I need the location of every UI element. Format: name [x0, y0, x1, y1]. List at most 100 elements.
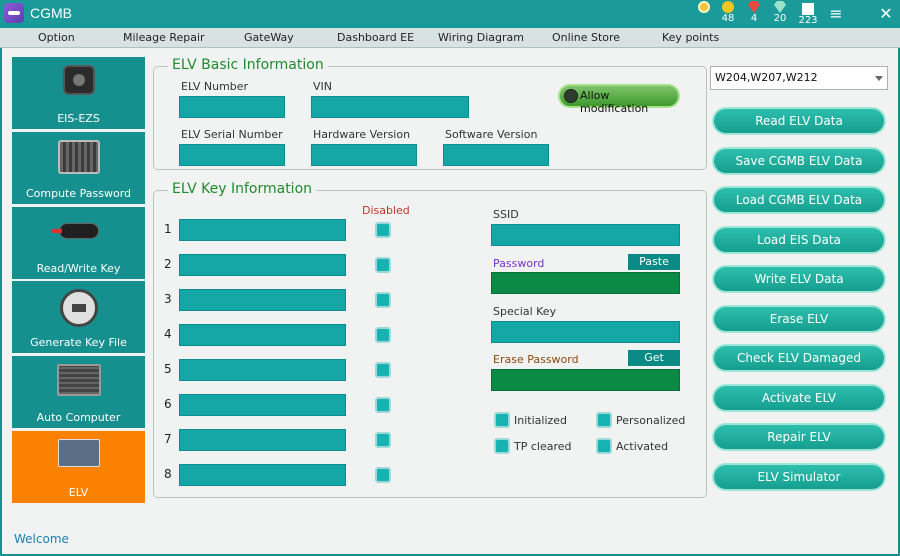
keypad-icon	[57, 140, 100, 174]
key-number: 2	[164, 257, 172, 271]
sidebar-item-label: ELV	[68, 486, 89, 499]
medal-icon	[698, 1, 710, 13]
elv-serial-label: ELV Serial Number	[181, 128, 283, 141]
disk-icon	[59, 289, 98, 327]
key-field-1[interactable]	[179, 219, 346, 241]
toggle-led-icon	[564, 89, 578, 103]
sidebar-item-compute-password[interactable]: Compute Password	[12, 132, 145, 204]
sidebar-item-generate-key-file[interactable]: Generate Key File	[12, 281, 145, 353]
gems-stat: 20	[768, 1, 792, 27]
menu-option[interactable]: Option	[38, 31, 75, 44]
write-elv-data-button[interactable]: Write ELV Data	[712, 265, 886, 293]
allow-modification-toggle[interactable]: Allow modification	[558, 84, 680, 115]
menu-gateway[interactable]: GateWay	[244, 31, 294, 44]
sidebar-item-auto-computer[interactable]: Auto Computer	[12, 356, 145, 428]
key-field-8[interactable]	[179, 464, 346, 486]
erase-password-label: Erase Password	[493, 353, 579, 366]
elv-serial-field[interactable]	[179, 144, 285, 166]
check-elv-damaged-button[interactable]: Check ELV Damaged	[712, 344, 886, 372]
app-title: CGMB	[30, 5, 72, 21]
model-select[interactable]: W204,W207,W212	[710, 66, 888, 90]
key-number: 3	[164, 292, 172, 306]
coins-count: 48	[721, 13, 735, 24]
sidebar-item-label: EIS-EZS	[57, 112, 100, 125]
ruby-count: 4	[750, 13, 758, 24]
elv-simulator-button[interactable]: ELV Simulator	[712, 463, 886, 491]
key-field-2[interactable]	[179, 254, 346, 276]
key-disabled-checkbox-2[interactable]	[375, 257, 391, 273]
app-logo-icon	[4, 3, 24, 23]
key-disabled-checkbox-4[interactable]	[375, 327, 391, 343]
disabled-label: Disabled	[362, 204, 410, 217]
initialized-label: Initialized	[514, 414, 568, 427]
hardware-version-field[interactable]	[311, 144, 417, 166]
close-icon[interactable]: ✕	[876, 4, 896, 24]
menu-key-points[interactable]: Key points	[662, 31, 719, 44]
key-number: 4	[164, 327, 172, 341]
key-field-3[interactable]	[179, 289, 346, 311]
personalized-label: Personalized	[616, 414, 686, 427]
elv-number-label: ELV Number	[181, 80, 249, 93]
key-disabled-checkbox-1[interactable]	[375, 222, 391, 238]
key-disabled-checkbox-3[interactable]	[375, 292, 391, 308]
menu-wiring-diagram[interactable]: Wiring Diagram	[438, 31, 524, 44]
software-version-field[interactable]	[443, 144, 549, 166]
model-select-value: W204,W207,W212	[715, 71, 818, 84]
key-disabled-checkbox-8[interactable]	[375, 467, 391, 483]
paste-button[interactable]: Paste	[628, 254, 680, 270]
activate-elv-button[interactable]: Activate ELV	[712, 384, 886, 412]
ssid-label: SSID	[493, 208, 519, 221]
repair-elv-button[interactable]: Repair ELV	[712, 423, 886, 451]
hamburger-icon[interactable]: ≡	[826, 4, 846, 24]
key-field-5[interactable]	[179, 359, 346, 381]
key-disabled-checkbox-5[interactable]	[375, 362, 391, 378]
software-version-label: Software Version	[445, 128, 538, 141]
key-field-4[interactable]	[179, 324, 346, 346]
erase-password-field[interactable]	[491, 369, 680, 391]
get-button[interactable]: Get	[628, 350, 680, 366]
activated-label: Activated	[616, 440, 669, 453]
sidebar-item-label: Auto Computer	[36, 411, 121, 424]
key-number: 7	[164, 432, 172, 446]
chips-stat: 223	[794, 1, 822, 27]
key-field-7[interactable]	[179, 429, 346, 451]
coin-icon	[722, 1, 734, 13]
sidebar-item-label: Read/Write Key	[36, 262, 121, 275]
ssid-field[interactable]	[491, 224, 680, 246]
key-field-6[interactable]	[179, 394, 346, 416]
load-eis-data-button[interactable]: Load EIS Data	[712, 226, 886, 254]
eis-ezs-icon	[62, 65, 95, 95]
elv-key-info-title: ELV Key Information	[168, 181, 317, 197]
gem-icon	[774, 1, 786, 13]
menu-online-store[interactable]: Online Store	[552, 31, 620, 44]
ruby-icon	[748, 1, 760, 13]
read-elv-data-button[interactable]: Read ELV Data	[712, 107, 886, 135]
sidebar-item-elv[interactable]: ELV	[12, 431, 145, 503]
save-cgmb-elv-data-button[interactable]: Save CGMB ELV Data	[712, 147, 886, 175]
initialized-checkbox	[494, 412, 510, 428]
key-number: 1	[164, 222, 172, 236]
menu-bar: Option Mileage Repair GateWay Dashboard …	[0, 28, 900, 48]
vin-field[interactable]	[311, 96, 469, 118]
erase-elv-button[interactable]: Erase ELV	[712, 305, 886, 333]
key-disabled-checkbox-6[interactable]	[375, 397, 391, 413]
elv-number-field[interactable]	[179, 96, 285, 118]
coins-stat: 48	[716, 1, 740, 27]
password-label: Password	[493, 257, 545, 270]
tp-cleared-checkbox	[494, 438, 510, 454]
load-cgmb-elv-data-button[interactable]: Load CGMB ELV Data	[712, 186, 886, 214]
key-number: 8	[164, 467, 172, 481]
special-key-field[interactable]	[491, 321, 680, 343]
key-disabled-checkbox-7[interactable]	[375, 432, 391, 448]
key-number: 6	[164, 397, 172, 411]
password-field[interactable]	[491, 272, 680, 294]
key-number: 5	[164, 362, 172, 376]
sidebar-item-read-write-key[interactable]: Read/Write Key	[12, 207, 145, 279]
sidebar-item-eis-ezs[interactable]: EIS-EZS	[12, 57, 145, 129]
menu-dashboard-ee[interactable]: Dashboard EE	[337, 31, 414, 44]
sidebar-item-label: Generate Key File	[30, 336, 127, 349]
chip-icon	[802, 3, 814, 15]
menu-mileage-repair[interactable]: Mileage Repair	[123, 31, 205, 44]
main-area: EIS-EZS Compute Password Read/Write Key …	[2, 48, 898, 554]
elv-basic-info-title: ELV Basic Information	[168, 57, 328, 73]
